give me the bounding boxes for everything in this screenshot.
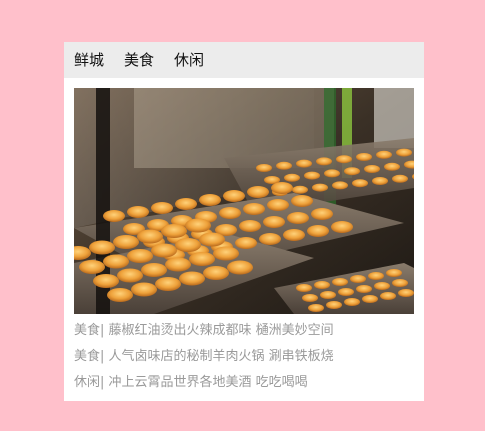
pastry-shape: [131, 282, 157, 297]
pastry-shape: [372, 177, 388, 185]
pastry-shape: [308, 304, 324, 312]
pastry-shape: [189, 252, 215, 266]
pastry-shape: [320, 291, 336, 299]
pastry-shape: [227, 260, 253, 275]
pastry-shape: [161, 224, 187, 238]
pastry-shape: [117, 268, 143, 283]
pastry-shape: [89, 240, 115, 255]
pastry-shape: [103, 254, 129, 269]
pastry-shape: [311, 208, 333, 220]
pastry-shape: [350, 275, 366, 283]
pastry-shape: [326, 301, 342, 309]
pastry-shape: [287, 212, 309, 224]
tab-xiancheng[interactable]: 鲜城: [74, 42, 104, 78]
pastry-shape: [103, 210, 125, 222]
pastry-shape: [113, 235, 139, 249]
pastry-shape: [336, 155, 352, 164]
tab-meishi[interactable]: 美食: [124, 42, 154, 78]
pastry-shape: [376, 150, 392, 159]
pastry-shape: [155, 277, 181, 291]
news-category: 休闲|: [74, 375, 105, 390]
pastry-shape: [364, 165, 380, 173]
pastry-shape: [127, 249, 153, 263]
pastry-shape: [316, 157, 332, 166]
pastry-shape: [219, 207, 241, 219]
pastry-shape: [93, 274, 119, 288]
news-item[interactable]: 美食| 藤椒红油烫出火辣成都味 樋洲美妙空间: [74, 318, 414, 344]
pastry-shape: [312, 183, 328, 192]
pastry-shape: [307, 225, 329, 237]
pastry-shape: [175, 198, 197, 210]
pastry-shape: [396, 148, 412, 157]
pastry-shape: [344, 298, 360, 306]
news-title[interactable]: 人气卤味店的秘制羊肉火锅 涮串铁板烧: [109, 349, 334, 364]
pastry-shape: [137, 229, 163, 244]
pastry-shape: [374, 282, 390, 290]
tab-xiuxian[interactable]: 休闲: [174, 42, 204, 78]
pastry-shape: [267, 199, 289, 211]
pastry-shape: [263, 216, 285, 228]
pastry-shape: [223, 190, 245, 202]
news-item[interactable]: 美食| 人气卤味店的秘制羊肉火锅 涮串铁板烧: [74, 344, 414, 370]
pastry-shape: [141, 263, 167, 277]
pastry-shape: [151, 243, 177, 258]
pastry-shape: [151, 202, 173, 214]
pastry-shape: [203, 266, 229, 280]
pastry-shape: [384, 162, 400, 171]
pastry-shape: [314, 281, 330, 289]
news-title[interactable]: 冲上云霄品世界各地美酒 吃吃喝喝: [109, 375, 308, 390]
pastry-shape: [256, 164, 272, 172]
pastry-shape: [362, 295, 378, 303]
pastry-shape: [392, 174, 408, 183]
pastry-shape: [239, 220, 261, 232]
pastry-shape: [199, 232, 225, 247]
pastry-shape: [386, 269, 402, 277]
pastry-shape: [380, 292, 396, 300]
featured-photo[interactable]: [74, 88, 414, 314]
pastry-shape: [398, 289, 414, 297]
pastry-tray-illustration: [74, 88, 414, 314]
pastry-shape: [127, 206, 149, 218]
pastry-shape: [235, 237, 257, 249]
news-item[interactable]: 休闲| 冲上云霄品世界各地美酒 吃吃喝喝: [74, 370, 414, 396]
pastry-shape: [356, 153, 372, 161]
pastry-shape: [199, 194, 221, 206]
news-category: 美食|: [74, 323, 105, 338]
pastry-shape: [185, 218, 211, 233]
pastry-shape: [175, 238, 201, 252]
pastry-shape: [107, 288, 133, 302]
pastry-shape: [291, 195, 313, 207]
pastry-shape: [296, 159, 312, 168]
tab-bar: 鲜城 美食 休闲: [64, 42, 424, 78]
pastry-shape: [304, 171, 320, 180]
pastry-shape: [324, 169, 340, 178]
pastry-shape: [368, 272, 384, 280]
pastry-shape: [332, 181, 348, 190]
pastry-shape: [392, 279, 408, 287]
pastry-shape: [296, 284, 312, 292]
pastry-shape: [284, 173, 300, 182]
pastry-shape: [79, 260, 105, 274]
pastry-shape: [332, 278, 348, 286]
pastry-shape: [179, 271, 205, 286]
pastry-shape: [338, 288, 354, 296]
pastry-shape: [276, 161, 292, 170]
pastry-shape: [356, 285, 372, 293]
pastry-shape: [247, 186, 269, 198]
pastry-shape: [213, 246, 239, 261]
pastry-shape: [292, 185, 308, 194]
pastry-shape: [344, 167, 360, 176]
content-card: 鲜城 美食 休闲 美食| 藤椒红油烫出火辣成都味 樋洲美妙空间 美食| 人气卤味…: [64, 42, 424, 401]
pastry-shape: [331, 221, 353, 233]
pastry-shape: [352, 179, 368, 188]
pastry-shape: [243, 203, 265, 215]
pastry-shape: [302, 294, 318, 302]
pastry-shape: [283, 229, 305, 241]
news-category: 美食|: [74, 349, 105, 364]
news-title[interactable]: 藤椒红油烫出火辣成都味 樋洲美妙空间: [109, 323, 334, 338]
pastry-shape: [271, 182, 293, 194]
news-list: 美食| 藤椒红油烫出火辣成都味 樋洲美妙空间 美食| 人气卤味店的秘制羊肉火锅 …: [74, 318, 414, 396]
pastry-shape: [259, 233, 281, 245]
pastry-shape: [165, 257, 191, 272]
